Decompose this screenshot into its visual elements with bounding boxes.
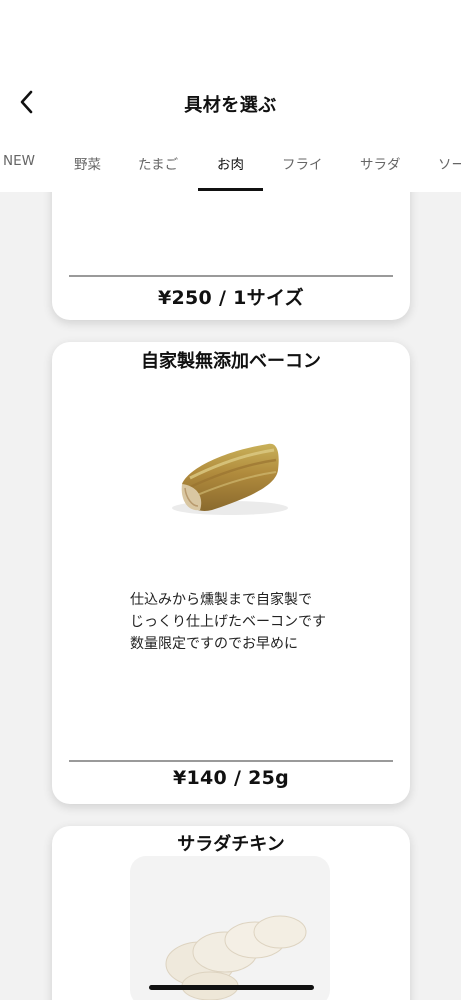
item-name: 自家製無添加ベーコン [141, 351, 321, 372]
tab-salad[interactable]: サラダ [360, 153, 401, 173]
app-header: 具材を選ぶ NEW 野菜 たまご お肉 フライ サラダ ソー [0, 0, 461, 192]
page-title: 具材を選ぶ [184, 95, 277, 116]
ingredient-card-bacon[interactable]: 自家製無添加ベーコン 仕込みから燻製まで自家製で じっくり仕上げたベーコンです … [52, 342, 410, 804]
tab-vegetables[interactable]: 野菜 [74, 153, 101, 173]
description-line: 仕込みから燻製まで自家製で [130, 592, 312, 608]
tab-meat[interactable]: お肉 [217, 153, 244, 173]
tab-egg[interactable]: たまご [138, 153, 178, 173]
salad-chicken-photo [130, 856, 330, 1000]
active-tab-indicator [198, 188, 263, 191]
ingredient-card-salad-chicken[interactable]: サラダチキン [52, 826, 410, 1000]
description-line: じっくり仕上げたベーコンです [130, 614, 326, 630]
tab-sauce[interactable]: ソー [438, 153, 461, 173]
item-price: ¥250 / 1サイズ [157, 287, 304, 309]
home-indicator [149, 985, 314, 990]
price-divider [69, 760, 393, 762]
price-divider [69, 275, 393, 277]
item-price: ¥140 / 25g [172, 767, 290, 789]
tab-new[interactable]: NEW [3, 153, 35, 169]
item-description: 仕込みから燻製まで自家製で じっくり仕上げたベーコンです 数量限定ですのでお早め… [130, 589, 326, 655]
tab-fry[interactable]: フライ [282, 153, 323, 173]
bacon-photo [130, 382, 330, 572]
category-tabs: NEW 野菜 たまご お肉 フライ サラダ ソー [0, 140, 461, 192]
description-line: 数量限定ですのでお早めに [130, 636, 298, 652]
item-name: サラダチキン [177, 834, 285, 855]
